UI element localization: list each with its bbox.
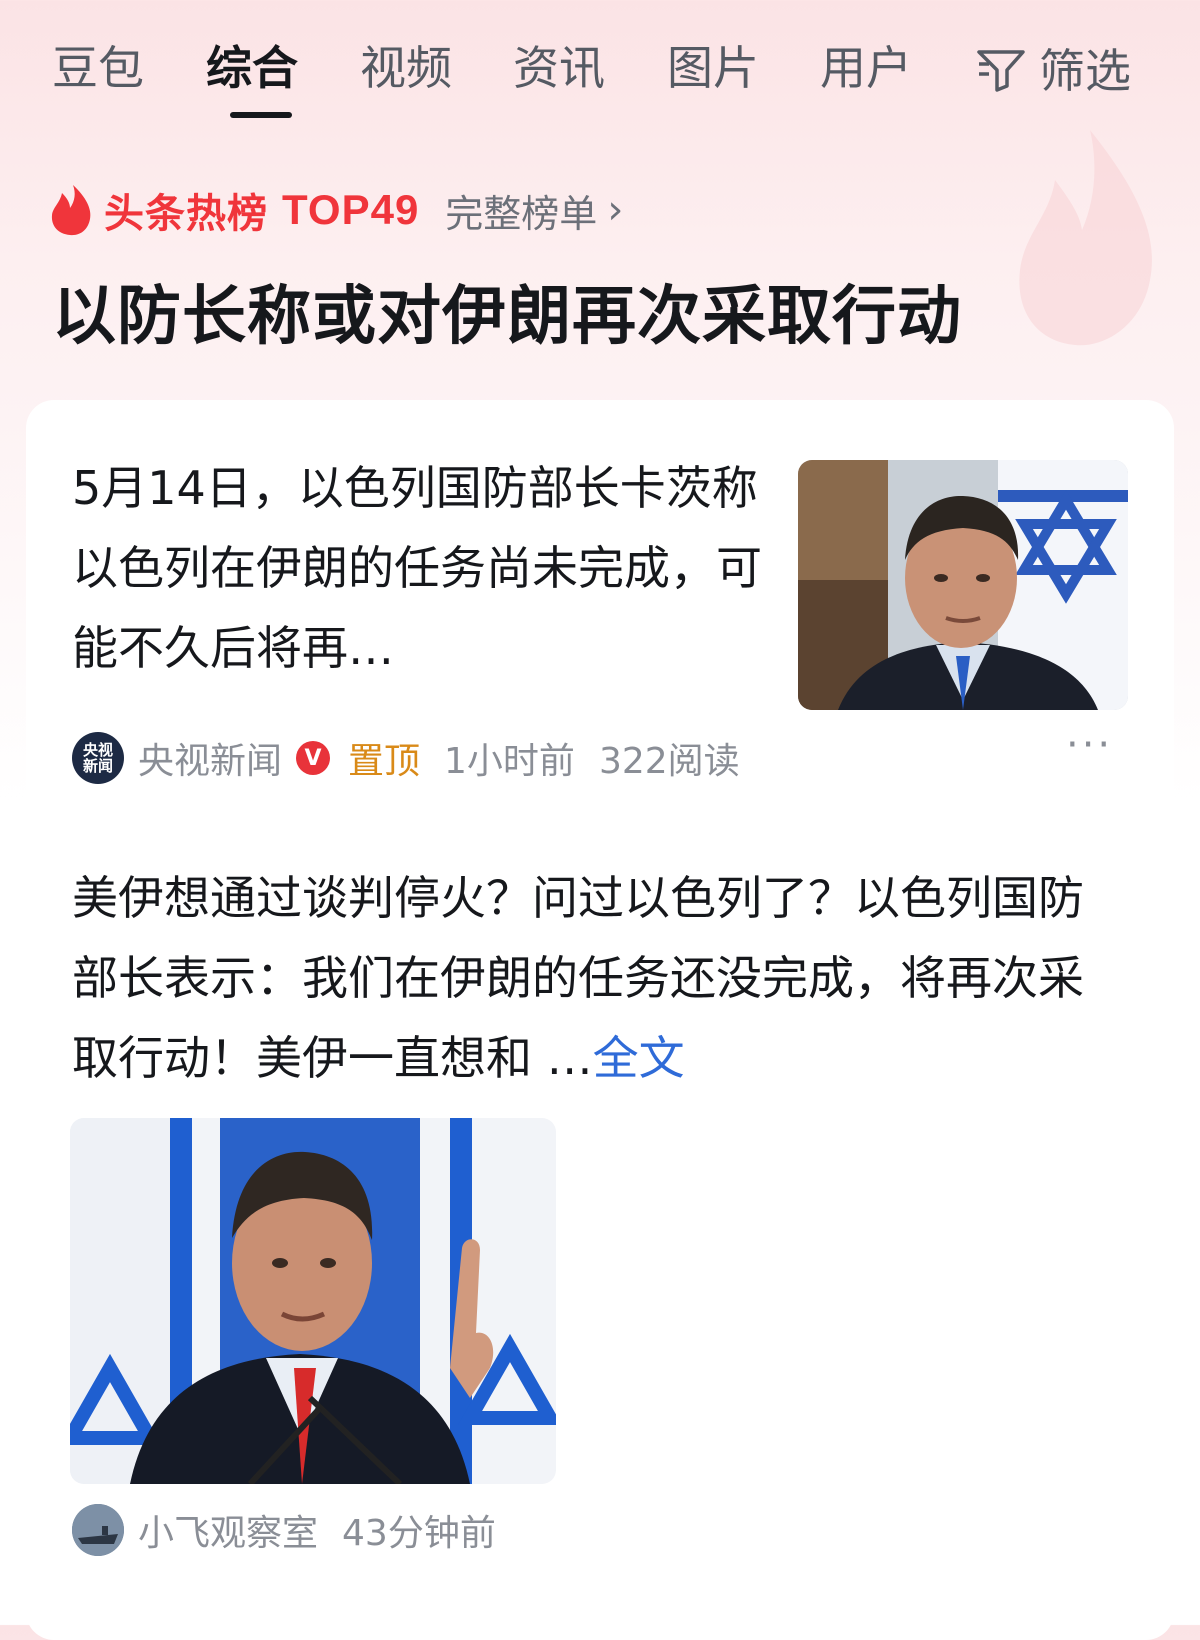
israel-minister-photo: [798, 460, 1128, 710]
tab-comprehensive[interactable]: 综合: [206, 38, 298, 98]
source-name[interactable]: 小飞观察室: [138, 1504, 318, 1556]
avatar[interactable]: [72, 1504, 124, 1556]
tab-images[interactable]: 图片: [667, 38, 759, 98]
more-options-icon[interactable]: ···: [1066, 722, 1113, 768]
active-tab-indicator: [230, 112, 292, 118]
hot-topic-headline[interactable]: 以防长称或对伊朗再次采取行动: [52, 265, 962, 357]
article-1-meta: 央视 新闻 央视新闻 V 置顶 1小时前 322阅读: [72, 730, 740, 786]
publish-time: 1小时前: [444, 741, 575, 782]
tab-doubao[interactable]: 豆包: [52, 38, 144, 98]
tab-video[interactable]: 视频: [360, 38, 452, 98]
article-2-image[interactable]: [70, 1118, 556, 1484]
full-list-link[interactable]: 完整榜单: [445, 183, 597, 238]
avatar[interactable]: 央视 新闻: [72, 732, 124, 784]
tab-news[interactable]: 资讯: [513, 38, 605, 98]
filter-label: 筛选: [1039, 44, 1131, 98]
publish-time: 43分钟前: [342, 1513, 496, 1554]
read-count: 322阅读: [598, 741, 740, 782]
hot-list-label: 头条热榜: [104, 191, 268, 237]
article-2-text: 美伊想通过谈判停火？问过以色列了？以色列国防部长表示：我们在伊朗的任务还没完成，…: [72, 871, 1084, 1085]
hot-list-header: 头条热榜 TOP49 完整榜单 ›: [48, 180, 623, 240]
verified-icon: V: [296, 741, 331, 775]
article-2-meta: 小飞观察室 43分钟前: [72, 1502, 496, 1558]
article-1-thumbnail[interactable]: [798, 460, 1128, 710]
pinned-badge: 置顶: [348, 741, 421, 782]
full-text-link[interactable]: 全文: [593, 1031, 685, 1085]
aircraft-carrier-avatar-icon: [72, 1504, 124, 1556]
source-name[interactable]: 央视新闻: [138, 732, 282, 784]
chevron-right-icon[interactable]: ›: [607, 187, 623, 233]
article-2-summary[interactable]: 美伊想通过谈判停火？问过以色列了？以色列国防部长表示：我们在伊朗的任务还没完成，…: [72, 858, 1112, 1098]
flame-icon: [51, 185, 91, 236]
tab-users[interactable]: 用户: [820, 38, 912, 98]
hot-list-rank: TOP49: [282, 186, 420, 233]
israel-minister-speech-photo: [70, 1118, 556, 1484]
results-card: 5月14日，以色列国防部长卡茨称以色列在伊朗的任务尚未完成，可能不久后将再… 央…: [26, 400, 1174, 1640]
filter-icon: [977, 50, 1025, 92]
article-1-summary[interactable]: 5月14日，以色列国防部长卡茨称以色列在伊朗的任务尚未完成，可能不久后将再…: [72, 448, 772, 688]
search-tabs: 豆包 综合 视频 资讯 图片 用户 筛选: [0, 30, 1200, 140]
filter-button[interactable]: 筛选: [975, 38, 1131, 98]
background-flame-decoration: [1019, 130, 1152, 346]
